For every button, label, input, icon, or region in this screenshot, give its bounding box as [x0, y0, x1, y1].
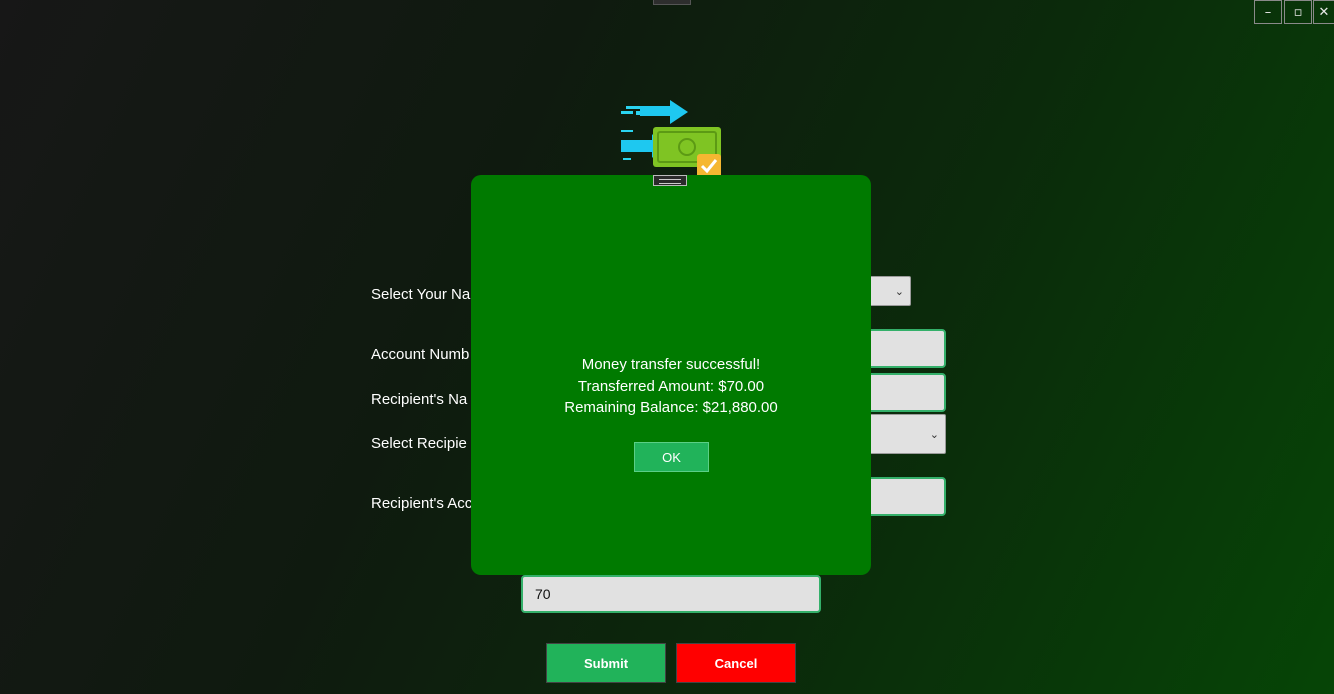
remaining-balance-text: Remaining Balance: $21,880.00	[564, 399, 778, 416]
cancel-button[interactable]: Cancel	[676, 643, 796, 683]
ok-button[interactable]: OK	[634, 442, 709, 472]
success-message: Money transfer successful!	[581, 356, 761, 373]
account-number-label: Account Numb	[371, 346, 470, 363]
dialog-drag-handle[interactable]	[653, 175, 687, 186]
amount-field[interactable]: 70	[521, 575, 821, 613]
chevron-down-icon: ⌄	[894, 285, 904, 298]
maximize-button[interactable]: ▫	[1284, 0, 1312, 24]
window-drag-handle[interactable]	[653, 0, 691, 5]
amount-value: 70	[535, 586, 551, 602]
select-name-label: Select Your Na	[371, 286, 471, 303]
chevron-down-icon: ⌄	[929, 428, 939, 441]
submit-button[interactable]: Submit	[546, 643, 666, 683]
money-transfer-logo-icon	[621, 100, 721, 178]
recipient-name-label: Recipient's Na	[371, 391, 468, 408]
maximize-icon: ▫	[1293, 4, 1303, 20]
transferred-amount-text: Transferred Amount: $70.00	[577, 378, 765, 395]
recipient-account-label: Recipient's Acc	[371, 495, 473, 512]
minimize-button[interactable]: –	[1254, 0, 1282, 24]
select-recipient-label: Select Recipie	[371, 435, 467, 452]
success-dialog: Money transfer successful! Transferred A…	[471, 175, 871, 575]
close-icon: ✕	[1318, 4, 1330, 20]
close-button[interactable]: ✕	[1313, 0, 1334, 24]
minimize-icon: –	[1264, 4, 1272, 20]
